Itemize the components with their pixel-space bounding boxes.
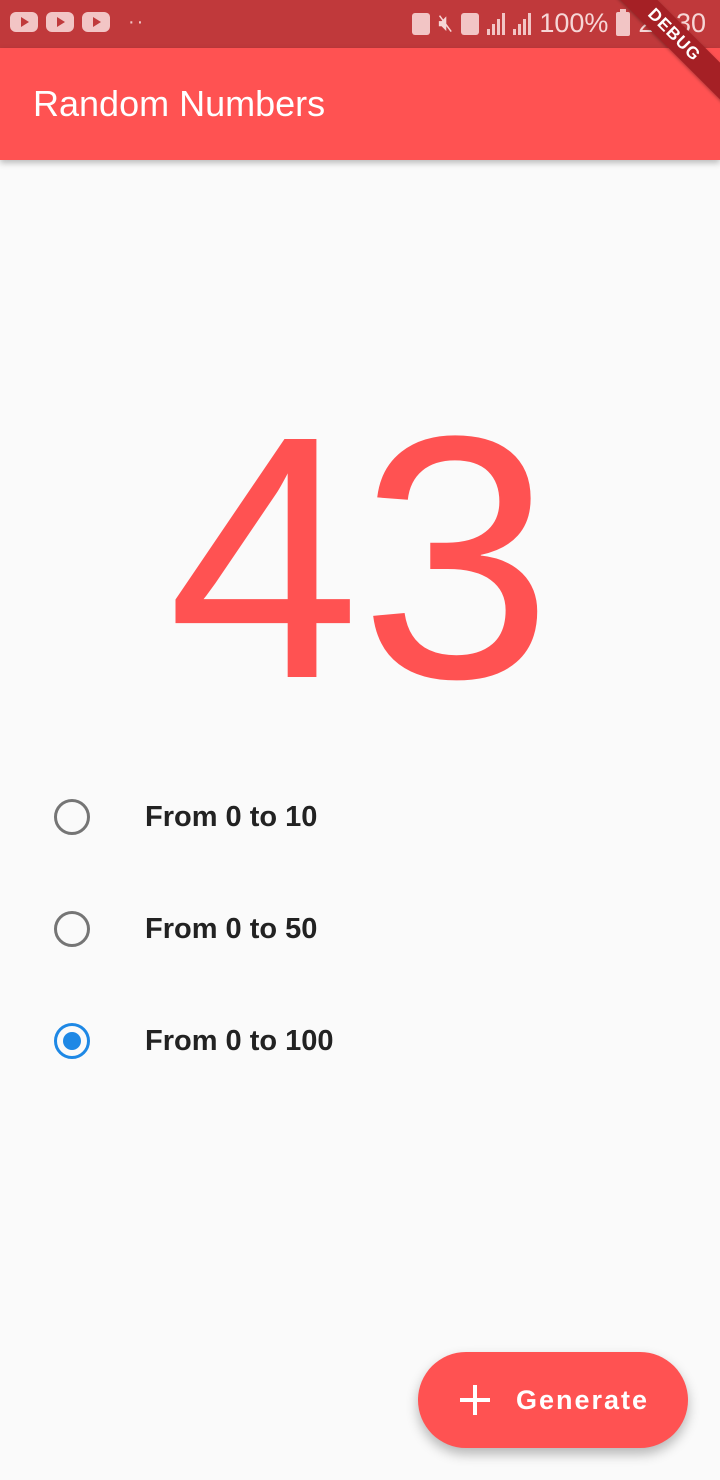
radio-button[interactable] xyxy=(54,799,90,835)
option-range-50[interactable]: From 0 to 50 xyxy=(0,873,720,985)
battery-percent: 100% xyxy=(539,8,609,38)
radio-button[interactable] xyxy=(54,911,90,947)
youtube-icon xyxy=(46,12,74,32)
sim-icon xyxy=(461,12,480,35)
radio-button[interactable] xyxy=(54,1023,90,1059)
status-notifications: ·· xyxy=(10,12,145,32)
status-bar: ·· 🔇︎ 100% 22:30 xyxy=(0,0,720,48)
option-label: From 0 to 50 xyxy=(145,913,318,945)
signal-icon xyxy=(513,12,532,35)
battery-icon xyxy=(616,8,631,36)
signal-icon xyxy=(487,12,506,35)
app-screen: ·· 🔇︎ 100% 22:30 Random Numbers DEBUG 43… xyxy=(0,0,720,1480)
generate-button[interactable]: Generate xyxy=(418,1352,688,1448)
lock-icon xyxy=(412,12,431,35)
random-number-display: 43 xyxy=(167,365,553,751)
option-range-10[interactable]: From 0 to 10 xyxy=(0,761,720,873)
plus-icon xyxy=(460,1385,490,1415)
option-label: From 0 to 10 xyxy=(145,801,318,833)
youtube-icon xyxy=(10,12,38,32)
mute-icon: 🔇︎ xyxy=(438,9,454,37)
option-label: From 0 to 100 xyxy=(145,1025,334,1057)
more-dots-icon: ·· xyxy=(128,11,146,33)
app-bar: Random Numbers xyxy=(0,48,720,160)
generate-label: Generate xyxy=(516,1384,650,1415)
youtube-icon xyxy=(82,12,110,32)
option-range-100[interactable]: From 0 to 100 xyxy=(0,985,720,1097)
page-title: Random Numbers xyxy=(33,83,326,124)
